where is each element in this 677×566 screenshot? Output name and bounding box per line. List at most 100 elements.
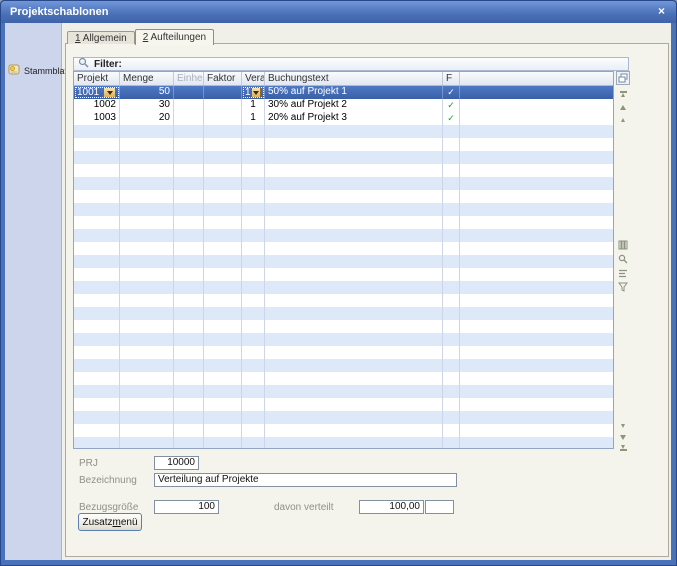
grid-row-empty[interactable] [74,203,613,216]
cell-einheit[interactable] [174,268,204,281]
cell-projekt[interactable] [74,333,120,346]
cell-projekt[interactable] [74,190,120,203]
cell-faktor[interactable] [204,437,242,448]
cell-faktor[interactable] [204,346,242,359]
cell-buchungstext[interactable] [265,437,443,448]
cell-projekt[interactable] [74,125,120,138]
davon-verteilt-unit-field[interactable] [425,500,454,514]
cell-einheit[interactable] [174,307,204,320]
page-down-button[interactable] [616,421,630,431]
cell-vera[interactable] [242,177,265,190]
grid-row-empty[interactable] [74,190,613,203]
cell-einheit[interactable] [174,359,204,372]
cell-menge[interactable] [120,281,174,294]
cell-einheit[interactable] [174,99,204,112]
cell-vera[interactable] [242,281,265,294]
cell-vera[interactable]: 1 [242,99,265,112]
column-header-faktor[interactable]: Faktor [204,72,242,85]
cell-vera[interactable] [242,229,265,242]
cell-f[interactable] [443,268,460,281]
cell-vera[interactable] [242,242,265,255]
cell-buchungstext[interactable] [265,333,443,346]
grid-row-empty[interactable] [74,281,613,294]
cell-menge[interactable] [120,333,174,346]
grid-row-empty[interactable] [74,398,613,411]
cell-f[interactable] [443,177,460,190]
cell-einheit[interactable] [174,320,204,333]
cell-projekt[interactable] [74,255,120,268]
column-header-vera[interactable]: Vera [242,72,265,85]
cell-buchungstext[interactable] [265,164,443,177]
cell-vera[interactable] [242,359,265,372]
cell-buchungstext[interactable] [265,294,443,307]
column-header-f[interactable]: F [443,72,460,85]
row-up-button[interactable] [616,102,630,112]
cell-vera[interactable] [242,411,265,424]
cell-menge[interactable] [120,320,174,333]
cell-f[interactable] [443,281,460,294]
cell-projekt[interactable] [74,151,120,164]
cell-faktor[interactable] [204,125,242,138]
cell-faktor[interactable] [204,190,242,203]
cell-buchungstext[interactable] [265,411,443,424]
cell-buchungstext[interactable]: 50% auf Projekt 1 [265,86,443,99]
cell-vera[interactable] [242,203,265,216]
cell-menge[interactable] [120,398,174,411]
cell-buchungstext[interactable] [265,177,443,190]
cell-f[interactable] [443,255,460,268]
cell-projekt[interactable] [74,164,120,177]
cell-buchungstext[interactable] [265,307,443,320]
cell-menge[interactable] [120,359,174,372]
cell-faktor[interactable] [204,307,242,320]
cell-faktor[interactable] [204,138,242,151]
cell-faktor[interactable] [204,385,242,398]
cell-f[interactable] [443,398,460,411]
cell-projekt[interactable] [74,320,120,333]
column-header-menge[interactable]: Menge [120,72,174,85]
cell-projekt[interactable] [74,281,120,294]
cell-menge[interactable] [120,411,174,424]
cell-faktor[interactable] [204,177,242,190]
field-list-icon[interactable] [617,267,629,279]
cell-menge[interactable] [120,229,174,242]
cell-vera[interactable] [242,333,265,346]
cell-menge[interactable] [120,294,174,307]
cell-menge[interactable] [120,307,174,320]
cell-f[interactable] [443,307,460,320]
cell-vera[interactable] [242,138,265,151]
grid-row-empty[interactable] [74,320,613,333]
cell-buchungstext[interactable] [265,151,443,164]
cell-einheit[interactable] [174,216,204,229]
cell-projekt[interactable] [74,385,120,398]
cell-projekt[interactable] [74,138,120,151]
cell-faktor[interactable] [204,294,242,307]
cell-einheit[interactable] [174,294,204,307]
grid-row-1002[interactable]: 100230130% auf Projekt 2✓ [74,99,613,112]
cell-buchungstext[interactable] [265,424,443,437]
grid-row-empty[interactable] [74,138,613,151]
grid-row-empty[interactable] [74,372,613,385]
close-icon[interactable]: × [658,1,665,23]
cell-buchungstext[interactable] [265,398,443,411]
cell-einheit[interactable] [174,385,204,398]
cell-f[interactable] [443,424,460,437]
cell-einheit[interactable] [174,112,204,125]
cell-faktor[interactable] [204,203,242,216]
cell-f[interactable] [443,229,460,242]
cell-einheit[interactable] [174,138,204,151]
cell-einheit[interactable] [174,151,204,164]
cell-f[interactable] [443,151,460,164]
cell-menge[interactable] [120,346,174,359]
cell-projekt[interactable] [74,268,120,281]
cell-einheit[interactable] [174,190,204,203]
cell-f[interactable] [443,320,460,333]
cell-faktor[interactable] [204,424,242,437]
cell-buchungstext[interactable] [265,372,443,385]
cell-faktor[interactable] [204,411,242,424]
grid-row-empty[interactable] [74,216,613,229]
grid-row-empty[interactable] [74,424,613,437]
cell-f[interactable]: ✓ [443,86,460,99]
cell-vera[interactable] [242,346,265,359]
cell-f[interactable] [443,190,460,203]
cell-f[interactable] [443,164,460,177]
